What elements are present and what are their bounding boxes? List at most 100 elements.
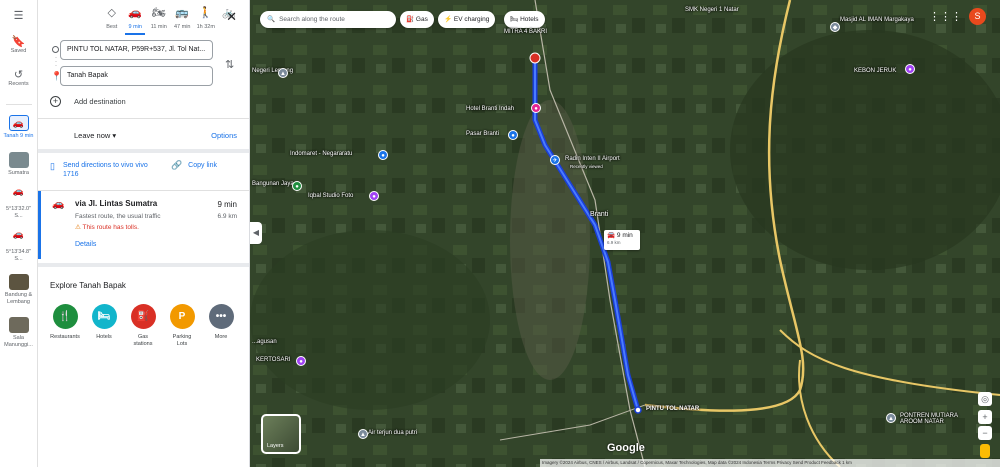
bed-icon: 🛏 (510, 16, 519, 23)
car-icon: 🚗 (128, 7, 143, 19)
hotel-icon[interactable]: ● (531, 103, 541, 113)
motorcycle-icon: 🏍 (151, 7, 166, 19)
route-inputs: · · · 📍 PINTU TOL NATAR, P59R+537, Jl. Tol… (38, 38, 249, 118)
school-icon[interactable]: ▲ (886, 413, 896, 423)
mode-walking[interactable]: 🚶 1h 32m (194, 7, 218, 31)
link-icon: 🔗 (170, 160, 183, 170)
walk-icon: 🚶 (198, 7, 213, 19)
leave-row: Leave now ▾ Options (38, 121, 249, 149)
camera-icon[interactable]: ● (369, 191, 379, 201)
hamburger-icon: ☰ (13, 10, 24, 22)
chip-gas[interactable]: ⛽ Gas (400, 11, 434, 28)
place-thumbnail (8, 151, 29, 168)
route-dots-icon: · · · (55, 55, 57, 69)
origin-input[interactable]: PINTU TOL NATAR, P59R+537, Jl. Tol Nat..… (60, 40, 213, 60)
mode-motorcycle[interactable]: 🏍 11 min (147, 7, 171, 31)
left-rail: ☰ 🔖 Saved ↺ Recents 🚗 Tanah 9 min Sumatra 🚗… (0, 0, 38, 467)
map-label-kebon: KEBON JERUK (854, 68, 897, 74)
gas-pump-icon: ⛽ (130, 304, 156, 329)
bus-icon: 🚌 (175, 7, 190, 19)
mode-driving[interactable]: 🚗 9 min (124, 7, 148, 35)
layers-label: Layers (267, 443, 284, 449)
attribution-bar: Imagery ©2024 Airbus, CNES / Airbus, Lan… (540, 459, 1000, 467)
category-restaurants[interactable]: 🍴 Restaurants (50, 304, 80, 348)
zoom-in-button[interactable]: + (978, 410, 992, 424)
origin-circle-icon (52, 46, 59, 53)
travel-modes: ◇ Best 🚗 9 min 🏍 11 min 🚌 47 min 🚶 1h 32m 🚲 ✕ (38, 0, 249, 38)
route-title: via Jl. Lintas Sumatra (75, 199, 158, 208)
shopping-icon[interactable]: ● (905, 64, 915, 74)
map-label-radin: Radin Inten II Airport (565, 156, 620, 162)
saved-button[interactable]: 🔖 Saved (11, 36, 27, 55)
map-label-recently: Recently viewed (570, 164, 603, 169)
place-thumbnail (8, 317, 29, 333)
toll-warning: ⚠ This route has tolls. (75, 224, 139, 231)
route-duration-callout[interactable]: 🚘 9 min 6.9 km (604, 230, 640, 250)
my-location-icon[interactable]: ◎ (978, 392, 992, 406)
swap-icon[interactable]: ⇅ (225, 58, 234, 71)
menu-button[interactable]: ☰ (14, 10, 24, 22)
map-label-kertosari: KERTOSARI (256, 357, 291, 363)
explore-categories: 🍴 Restaurants 🛏 Hotels ⛽ Gas stations P Park… (50, 304, 237, 348)
app: ☰ 🔖 Saved ↺ Recents 🚗 Tanah 9 min Sumatra 🚗… (0, 0, 1000, 467)
warning-icon: ⚠ (75, 224, 81, 231)
add-destination-button[interactable]: + Add destination (50, 96, 126, 107)
chip-hotels[interactable]: 🛏 Hotels (504, 11, 545, 28)
car-icon: 🚗 (8, 230, 29, 247)
details-link[interactable]: Details (75, 241, 239, 248)
destination-input[interactable]: Tanah Bapak (60, 66, 213, 86)
mode-transit[interactable]: 🚌 47 min (171, 7, 195, 31)
recent-place-sumatra[interactable]: Sumatra (2, 151, 36, 177)
shop-icon[interactable]: ● (508, 130, 518, 140)
plus-icon: + (50, 96, 61, 107)
recent-place-coord-2[interactable]: 🚗 5°13'34.8" S... (2, 230, 36, 262)
ev-charging-icon: ⚡ (444, 16, 453, 23)
map-label-gusan: ...agusan (252, 339, 277, 345)
category-hotels[interactable]: 🛏 Hotels (91, 304, 117, 348)
close-icon[interactable]: ✕ (226, 9, 237, 25)
gas-pump-icon: ⛽ (406, 16, 415, 23)
search-icon: 🔍 (267, 16, 276, 23)
category-gas-stations[interactable]: ⛽ Gas stations (130, 304, 156, 348)
collapse-panel-button[interactable]: ◀ (250, 222, 262, 244)
google-apps-icon[interactable]: ⋮⋮⋮ (929, 10, 962, 23)
route-option[interactable]: 🚗 via Jl. Lintas Sumatra 9 min 6.9 km Fa… (38, 191, 249, 259)
leave-now-dropdown[interactable]: Leave now ▾ (74, 131, 116, 140)
layers-button[interactable]: Layers (261, 414, 301, 454)
park-icon[interactable]: ● (292, 181, 302, 191)
recent-place-coord-1[interactable]: 🚗 5°13'32.0" S... (2, 187, 36, 219)
car-icon: 🚗 (8, 115, 29, 131)
avatar[interactable]: S (969, 8, 986, 25)
category-more[interactable]: ••• More (208, 304, 234, 348)
send-to-phone-icon: ▯ (50, 161, 55, 171)
map-label-indomaret: Indomaret - Negararatu (290, 151, 353, 157)
map-canvas[interactable]: 🔍 Search along the route ⛽ Gas ⚡ EV charg… (250, 0, 1000, 467)
pegman-icon[interactable] (980, 444, 990, 458)
share-row: ▯ Send directions to vivo vivo 1716 🔗 Cop… (38, 153, 249, 190)
airport-icon[interactable]: ✈ (550, 155, 560, 165)
explore-section: Explore Tanah Bapak 🍴 Restaurants 🛏 Hotels… (38, 267, 249, 348)
recent-place-bandung[interactable]: Bandung & Lembang (2, 274, 36, 305)
search-along-route-input[interactable]: 🔍 Search along the route (260, 11, 396, 28)
options-button[interactable]: Options (211, 131, 237, 140)
car-icon: 🚗 (8, 187, 29, 204)
send-directions-link[interactable]: Send directions to vivo vivo 1716 (63, 161, 161, 184)
bookmark-icon: 🔖 (11, 36, 26, 48)
landmark-icon[interactable]: ● (296, 356, 306, 366)
mode-best[interactable]: ◇ Best (100, 8, 124, 31)
zoom-out-button[interactable]: − (978, 426, 992, 440)
store-icon[interactable]: ● (378, 150, 388, 160)
recents-button[interactable]: ↺ Recents (8, 69, 28, 88)
map-label-bangunan: Bangunan Jaya (252, 181, 294, 187)
map-label-masjid: Masjid AL IMAN Margakaya (840, 17, 914, 23)
recent-place-sala[interactable]: Sala Manunggi... (2, 317, 36, 348)
category-parking[interactable]: P Parking Lots (169, 304, 195, 348)
chip-ev-charging[interactable]: ⚡ EV charging (438, 11, 496, 28)
recent-place-tanah[interactable]: 🚗 Tanah 9 min (2, 115, 36, 140)
waterfall-icon[interactable]: ▲ (358, 429, 368, 439)
place-thumbnail (8, 274, 29, 290)
mosque-icon[interactable]: ◆ (830, 22, 840, 32)
copy-link-button[interactable]: 🔗 Copy link (171, 161, 217, 184)
map-label-mitra: MITRA 4 BAKRI (504, 29, 548, 35)
school-icon[interactable]: ▲ (278, 68, 288, 78)
